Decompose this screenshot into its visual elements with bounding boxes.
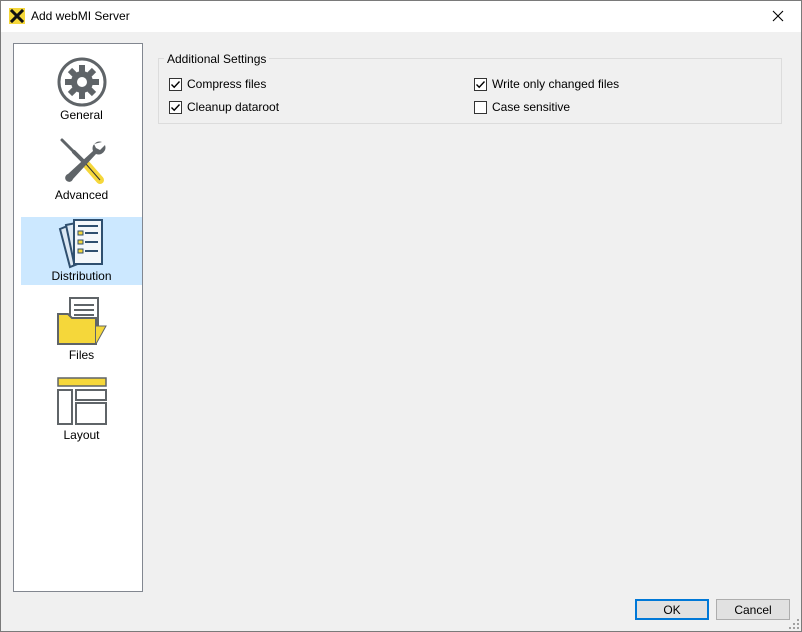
nav-label-advanced: Advanced bbox=[54, 188, 109, 202]
checkbox-box[interactable] bbox=[474, 77, 487, 91]
compress-files-checkbox[interactable]: Compress files bbox=[169, 76, 266, 92]
checkbox-label: Compress files bbox=[187, 77, 267, 91]
close-icon bbox=[772, 10, 784, 22]
cancel-button[interactable]: Cancel bbox=[716, 599, 790, 620]
nav-item-advanced[interactable]: Advanced bbox=[21, 136, 142, 204]
checkbox-box[interactable] bbox=[474, 100, 487, 114]
nav-item-files[interactable]: Files bbox=[21, 296, 142, 364]
cleanup-dataroot-checkbox[interactable]: Cleanup dataroot bbox=[169, 99, 279, 115]
checkbox-label: Write only changed files bbox=[492, 77, 620, 91]
checkbox-label: Case sensitive bbox=[492, 100, 571, 114]
nav-item-distribution[interactable]: Distribution bbox=[21, 217, 142, 285]
group-title: Additional Settings bbox=[164, 52, 270, 66]
resize-grip-icon[interactable] bbox=[789, 619, 799, 629]
close-button[interactable] bbox=[755, 1, 801, 31]
nav-panel: General Advanced Distribution Files Layo… bbox=[13, 43, 143, 592]
checkmark-icon bbox=[476, 80, 486, 88]
checkmark-icon bbox=[171, 103, 181, 111]
dialog-window: Add webMI Server General Advanced Distri… bbox=[0, 0, 802, 632]
window-title: Add webMI Server bbox=[31, 9, 130, 23]
additional-settings-group: Additional Settings Compress files Write… bbox=[158, 52, 782, 124]
checkbox-label: Cleanup dataroot bbox=[187, 100, 280, 114]
layout-icon bbox=[57, 377, 107, 425]
documents-icon bbox=[58, 219, 103, 269]
nav-item-layout[interactable]: Layout bbox=[21, 376, 142, 444]
nav-label-distribution: Distribution bbox=[51, 269, 112, 283]
checkmark-icon bbox=[171, 80, 181, 88]
gear-icon bbox=[57, 57, 107, 107]
case-sensitive-checkbox[interactable]: Case sensitive bbox=[474, 99, 570, 115]
title-bar[interactable]: Add webMI Server bbox=[1, 1, 801, 32]
tools-icon bbox=[60, 138, 106, 184]
nav-label-files: Files bbox=[68, 348, 95, 362]
folder-icon bbox=[57, 297, 107, 345]
nav-label-general: General bbox=[60, 108, 103, 122]
nav-item-general[interactable]: General bbox=[21, 56, 142, 124]
ok-button[interactable]: OK bbox=[635, 599, 709, 620]
app-logo-icon bbox=[9, 8, 25, 24]
checkbox-box[interactable] bbox=[169, 77, 182, 91]
checkbox-box[interactable] bbox=[169, 100, 182, 114]
write-only-changed-files-checkbox[interactable]: Write only changed files bbox=[474, 76, 619, 92]
nav-label-layout: Layout bbox=[63, 428, 100, 442]
